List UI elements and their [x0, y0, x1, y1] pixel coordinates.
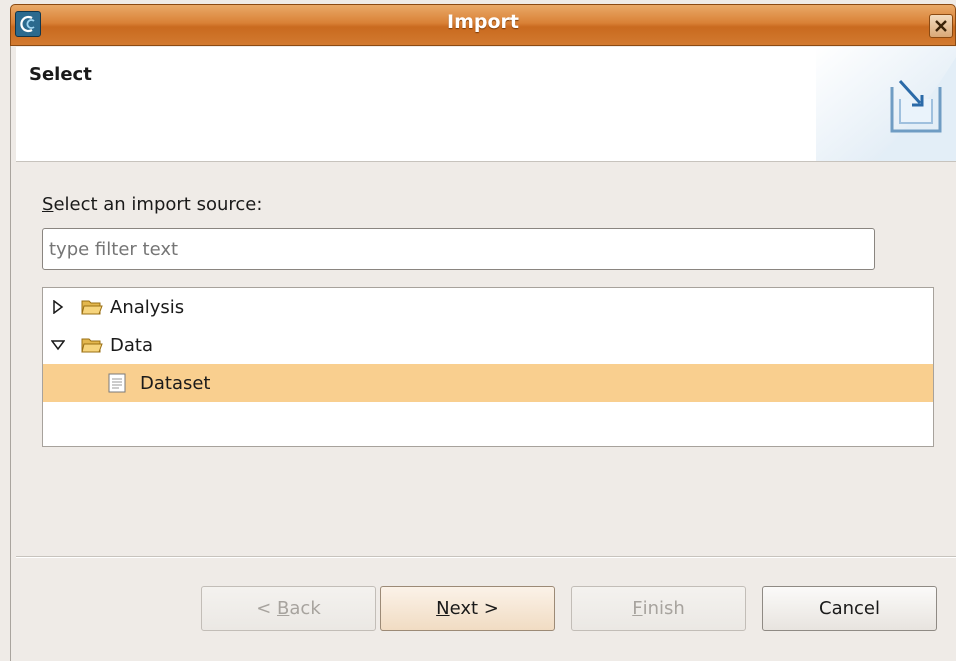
next-mnemonic: N	[436, 598, 450, 619]
tree-item-label: Analysis	[110, 296, 185, 318]
back-label: ack	[289, 598, 321, 619]
window-title: Import	[447, 11, 519, 33]
close-icon	[935, 20, 947, 32]
import-source-label: Select an import source:	[42, 194, 262, 215]
folder-icon	[81, 300, 103, 315]
tree-item-label: Dataset	[140, 372, 211, 394]
file-icon	[108, 373, 126, 393]
label-mnemonic: S	[42, 194, 54, 215]
tree-item-dataset[interactable]: Dataset	[43, 364, 933, 402]
close-button[interactable]	[929, 14, 953, 38]
page-title: Select	[29, 64, 92, 85]
title-bar[interactable]: Import	[10, 4, 956, 46]
finish-button[interactable]: Finish	[571, 586, 746, 631]
finish-mnemonic: F	[632, 598, 643, 619]
next-button[interactable]: Next >	[380, 586, 555, 631]
tree-item-label: Data	[110, 334, 153, 356]
tree-item-analysis[interactable]: Analysis	[43, 288, 933, 326]
back-prefix: <	[256, 598, 278, 619]
back-button[interactable]: < Back	[201, 586, 376, 631]
cancel-button[interactable]: Cancel	[762, 586, 937, 631]
label-text: elect an import source:	[53, 194, 263, 215]
folder-icon	[81, 338, 103, 353]
filter-input[interactable]	[42, 228, 875, 270]
finish-label: inish	[642, 598, 685, 619]
expand-arrow-icon[interactable]	[51, 300, 65, 314]
wizard-header: Select	[16, 47, 956, 162]
collapse-arrow-icon[interactable]	[51, 338, 65, 352]
back-mnemonic: B	[277, 598, 290, 619]
import-dialog: Import Select Select an import source: t…	[0, 0, 956, 661]
tree-item-data[interactable]: Data	[43, 326, 933, 364]
button-bar-separator	[16, 556, 956, 558]
import-source-tree[interactable]: Analysis Data Dataset	[42, 287, 934, 447]
import-wizard-icon	[816, 47, 956, 161]
next-label: ext >	[449, 598, 499, 619]
